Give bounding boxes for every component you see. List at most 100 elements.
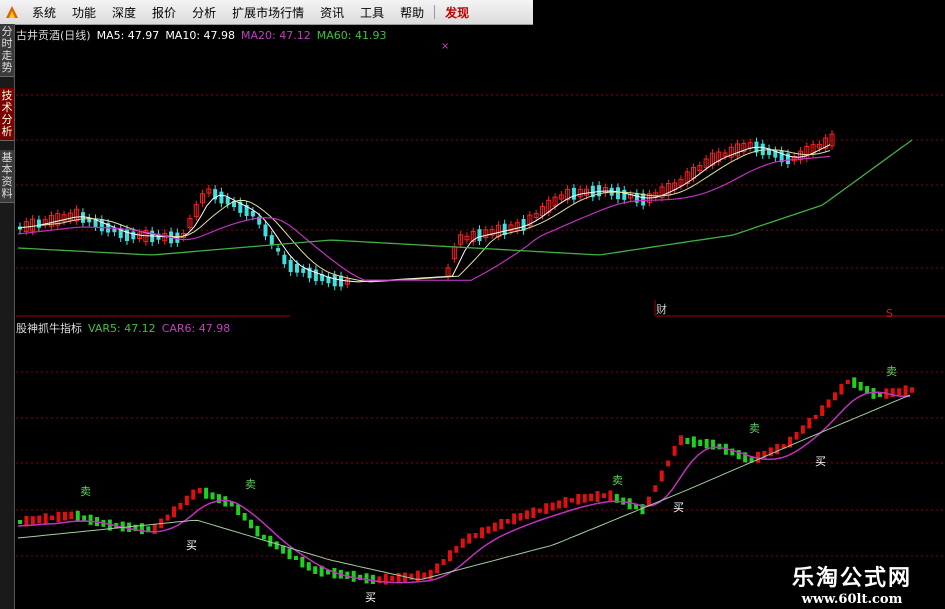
indicator-bar <box>608 490 613 501</box>
indicator-bar <box>852 377 857 388</box>
candle-body <box>269 235 274 246</box>
indicator-bar <box>910 387 914 393</box>
indicator-bar <box>666 460 671 467</box>
indicator-bar <box>531 507 536 518</box>
indicator-bar <box>313 566 318 575</box>
indicator-bar <box>82 515 87 521</box>
indicator-bar <box>172 506 177 518</box>
indicator-bar <box>435 563 440 574</box>
candle-body <box>288 260 293 272</box>
sell-signal: 卖 <box>612 474 623 487</box>
indicator-bar <box>37 515 42 524</box>
indicator-bar <box>165 514 170 521</box>
candle-body <box>36 219 41 228</box>
candle-body <box>131 231 136 240</box>
indicator-bar <box>518 512 523 521</box>
indicator-bar <box>293 555 298 561</box>
candle-body <box>641 193 646 206</box>
indicator-bar <box>691 436 696 448</box>
indicator-bar <box>685 437 690 445</box>
indicator-bar <box>492 522 497 532</box>
candle-body <box>294 264 299 273</box>
indicator-bar <box>589 493 594 502</box>
indicator-bar <box>56 511 61 523</box>
indicator-bar <box>563 497 568 508</box>
indicator-bar <box>775 443 780 455</box>
indicator-bar <box>287 548 292 560</box>
indicator-bar <box>832 392 837 401</box>
indicator-bar <box>422 572 427 579</box>
indicator-bar <box>197 487 202 494</box>
indicator-bar <box>30 516 35 525</box>
candle-body <box>125 229 130 242</box>
indicator-bar <box>807 417 812 429</box>
sell-signal: 卖 <box>80 485 91 498</box>
indicator-bar <box>794 431 799 440</box>
indicator-bar <box>50 515 55 521</box>
cross-marker: × <box>441 41 449 52</box>
indicator-bar <box>300 556 305 568</box>
finance-marker: 财 <box>656 302 667 316</box>
sell-signal: 卖 <box>886 365 897 378</box>
indicator-bar <box>204 487 209 499</box>
car6-line <box>17 391 910 584</box>
watermark-url: www.60lt.com <box>801 592 903 607</box>
s-marker: S <box>886 307 893 320</box>
indicator-bar <box>364 573 369 584</box>
indicator-bar <box>486 526 491 534</box>
ma20-line <box>17 155 831 281</box>
indicator-bar <box>210 492 215 500</box>
indicator-bar <box>499 519 504 530</box>
var5-line <box>17 394 911 580</box>
candle-body <box>276 248 281 252</box>
watermark: 乐淘公式网 www.60lt.com <box>777 560 927 607</box>
indicator-bar <box>659 470 664 482</box>
indicator-bar <box>178 502 183 510</box>
candle-body <box>99 219 104 232</box>
indicator-bar <box>62 511 67 521</box>
indicator-bar <box>242 513 247 521</box>
indicator-bar <box>428 569 433 580</box>
indicator-bar <box>69 511 74 519</box>
sell-signal: 卖 <box>245 478 256 491</box>
indicator-bar <box>454 546 459 553</box>
indicator-bar <box>467 533 472 544</box>
indicator-bar <box>576 493 581 505</box>
indicator-bar <box>396 573 401 583</box>
indicator-bar <box>383 573 388 585</box>
indicator-bar <box>415 570 420 582</box>
indicator-bar <box>653 485 658 492</box>
indicator-bar <box>646 496 651 506</box>
indicator-bar <box>370 574 375 584</box>
indicator-bar <box>678 435 683 445</box>
buy-signal: 买 <box>365 591 376 604</box>
indicator-bar <box>390 575 395 582</box>
candle-body <box>571 187 576 200</box>
indicator-bar <box>845 379 850 385</box>
candle-body <box>112 228 117 233</box>
indicator-bar <box>813 414 818 419</box>
indicator-bar <box>524 510 529 520</box>
chart-canvas[interactable]: 财 S×卖买卖买卖买卖买卖 <box>0 0 945 609</box>
indicator-bar <box>582 494 587 503</box>
indicator-bar <box>820 405 825 416</box>
candle-body <box>339 275 344 287</box>
indicator-bar <box>441 559 446 565</box>
indicator-bar <box>184 495 189 506</box>
indicator-bar <box>75 510 80 522</box>
indicator-bar <box>698 439 703 446</box>
candle-body <box>615 187 620 200</box>
indicator-bar <box>512 513 517 525</box>
indicator-bar <box>800 425 805 434</box>
indicator-bar <box>858 381 863 391</box>
candle-body <box>263 224 268 237</box>
indicator-bar <box>274 541 279 550</box>
sell-signal: 卖 <box>749 422 760 435</box>
indicator-bar <box>249 519 254 529</box>
indicator-bar <box>43 513 48 525</box>
indicator-bar <box>871 387 876 399</box>
indicator-bar <box>537 508 542 513</box>
indicator-bar <box>191 489 196 500</box>
candle-body <box>760 143 765 156</box>
indicator-bar <box>447 550 452 562</box>
